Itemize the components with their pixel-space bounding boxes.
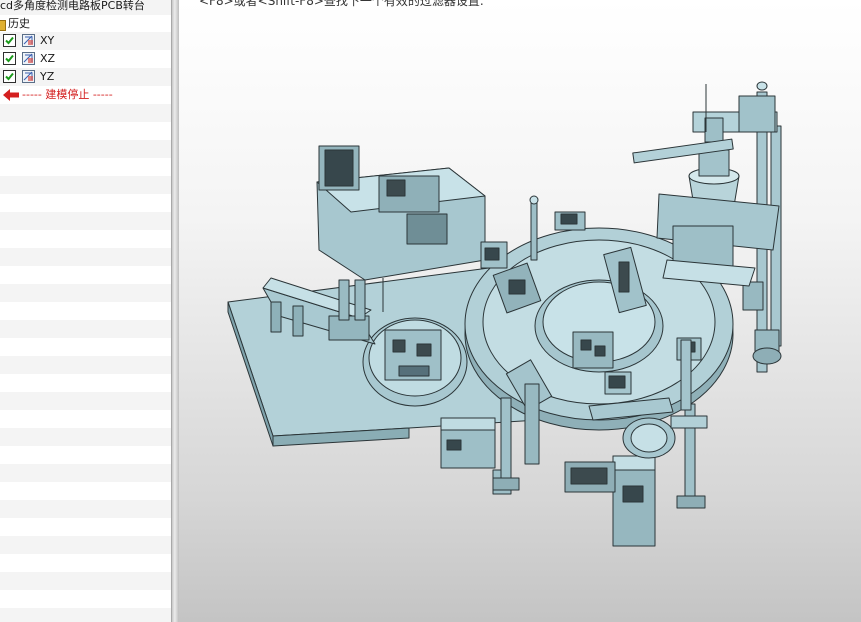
history-label: 历史 — [8, 17, 30, 30]
plane-label: XZ — [40, 52, 56, 65]
tree-empty-row — [0, 572, 171, 590]
checkbox-icon[interactable] — [3, 34, 16, 47]
rollback-bar[interactable]: ----- 建模停止 ----- — [0, 86, 171, 104]
tree-item-history[interactable]: 历史 — [0, 15, 171, 33]
tree-empty-row — [0, 320, 171, 338]
tree-empty-row — [0, 104, 171, 122]
history-folder-icon — [0, 20, 6, 31]
tree-empty-row — [0, 248, 171, 266]
tree-empty-row — [0, 446, 171, 464]
feature-tree-panel: cd多角度检测电路板PCB转台 历史 XY XZ YZ ----- 建模停止 -… — [0, 0, 171, 622]
plane-icon — [22, 34, 35, 47]
tree-empty-row — [0, 410, 171, 428]
tree-empty-row — [0, 590, 171, 608]
tree-empty-row — [0, 302, 171, 320]
cad-model-turntable-assembly[interactable] — [179, 0, 861, 622]
tree-item-plane-xy[interactable]: XY — [0, 32, 171, 50]
tree-empty-row — [0, 338, 171, 356]
plane-label: YZ — [40, 70, 55, 83]
tree-title-label: cd多角度检测电路板PCB转台 — [0, 0, 145, 12]
tree-empty-row — [0, 500, 171, 518]
tree-empty-row — [0, 122, 171, 140]
panel-splitter[interactable] — [171, 0, 179, 622]
tree-empty-row — [0, 158, 171, 176]
tree-item-plane-xz[interactable]: XZ — [0, 50, 171, 68]
tree-empty-row — [0, 356, 171, 374]
tree-empty-row — [0, 464, 171, 482]
tree-empty-row — [0, 176, 171, 194]
tree-empty-row — [0, 284, 171, 302]
tree-empty-row — [0, 554, 171, 572]
checkbox-icon[interactable] — [3, 52, 16, 65]
rollback-label: ----- 建模停止 ----- — [22, 88, 113, 101]
tree-root-title[interactable]: cd多角度检测电路板PCB转台 — [0, 0, 171, 15]
graphics-viewport[interactable]: <F8>或者<Shift-F8>查找下一个有效的过滤器设置. — [179, 0, 861, 622]
tree-item-plane-yz[interactable]: YZ — [0, 68, 171, 86]
tree-empty-row — [0, 194, 171, 212]
plane-icon — [22, 52, 35, 65]
back-arrow-icon — [3, 89, 19, 101]
tree-empty-row — [0, 482, 171, 500]
tree-empty-row — [0, 266, 171, 284]
checkbox-icon[interactable] — [3, 70, 16, 83]
plane-icon — [22, 70, 35, 83]
tree-empty-row — [0, 536, 171, 554]
tree-empty-row — [0, 608, 171, 622]
tree-empty-row — [0, 140, 171, 158]
tree-empty-row — [0, 518, 171, 536]
tree-empty-row — [0, 374, 171, 392]
tree-empty-row — [0, 230, 171, 248]
tree-empty-row — [0, 428, 171, 446]
tree-empty-row — [0, 392, 171, 410]
tree-empty-row — [0, 212, 171, 230]
plane-label: XY — [40, 34, 55, 47]
